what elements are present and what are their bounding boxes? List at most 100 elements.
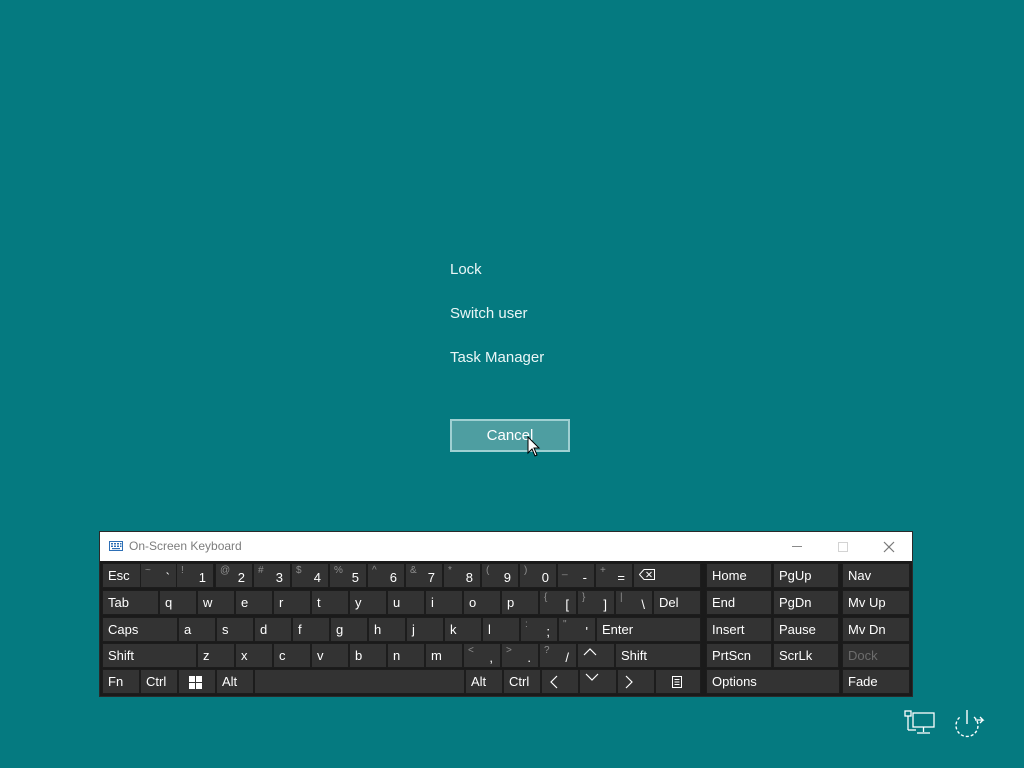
key-shift-right[interactable]: Shift [615, 643, 701, 668]
key-prtscn[interactable]: PrtScn [706, 643, 772, 668]
minimize-icon [792, 546, 802, 547]
key-b[interactable]: b [349, 643, 387, 668]
power-icon[interactable] [950, 708, 986, 738]
key-pgdn[interactable]: PgDn [773, 590, 839, 615]
key-enter[interactable]: Enter [596, 617, 701, 642]
key-7[interactable]: & 7 [405, 563, 443, 588]
arrow-left-icon [550, 675, 558, 689]
key-backslash[interactable]: | \ [615, 590, 653, 615]
key-8[interactable]: * 8 [443, 563, 481, 588]
key-alt-right[interactable]: Alt [465, 669, 503, 694]
key-e[interactable]: e [235, 590, 273, 615]
arrow-down-icon [585, 673, 599, 681]
key-pgup[interactable]: PgUp [773, 563, 839, 588]
key-n[interactable]: n [387, 643, 425, 668]
key-0[interactable]: ) 0 [519, 563, 557, 588]
key-comma[interactable]: <, [463, 643, 501, 668]
key-alt-left[interactable]: Alt [216, 669, 254, 694]
maximize-button[interactable] [820, 532, 866, 561]
key-q[interactable]: q [159, 590, 197, 615]
key-nav[interactable]: Nav [842, 563, 910, 588]
key-f[interactable]: f [292, 617, 330, 642]
key-arrow-up[interactable] [577, 643, 615, 668]
key-ctrl-left[interactable]: Ctrl [140, 669, 178, 694]
key-5[interactable]: % 5 [329, 563, 367, 588]
key-arrow-down[interactable] [579, 669, 617, 694]
arrow-right-icon [625, 675, 633, 689]
lock-option[interactable]: Lock [450, 261, 482, 278]
key-quote[interactable]: " ' [558, 617, 596, 642]
key-y[interactable]: y [349, 590, 387, 615]
minimize-button[interactable] [774, 532, 820, 561]
maximize-icon [838, 542, 848, 552]
key-arrow-right[interactable] [617, 669, 655, 694]
key-6[interactable]: ^ 6 [367, 563, 405, 588]
osk-titlebar[interactable]: On-Screen Keyboard [100, 532, 912, 561]
key-del[interactable]: Del [653, 590, 701, 615]
close-button[interactable] [866, 532, 912, 561]
task-manager-option[interactable]: Task Manager [450, 349, 544, 366]
key-insert[interactable]: Insert [706, 617, 772, 642]
osk-title: On-Screen Keyboard [129, 539, 242, 553]
key-a[interactable]: a [178, 617, 216, 642]
key-right-bracket[interactable]: }] [577, 590, 615, 615]
key-space[interactable] [254, 669, 465, 694]
key-g[interactable]: g [330, 617, 368, 642]
key-mv-dn[interactable]: Mv Dn [842, 617, 910, 642]
key-x[interactable]: x [235, 643, 273, 668]
key-home[interactable]: Home [706, 563, 772, 588]
key-s[interactable]: s [216, 617, 254, 642]
key-fade[interactable]: Fade [842, 669, 910, 694]
key-shift-left[interactable]: Shift [102, 643, 197, 668]
key-scrlk[interactable]: ScrLk [773, 643, 839, 668]
key-4[interactable]: $4 [291, 563, 329, 588]
key-i[interactable]: i [425, 590, 463, 615]
key-semicolon[interactable]: :; [520, 617, 558, 642]
network-icon[interactable] [904, 710, 936, 736]
context-menu-icon [672, 676, 682, 688]
cancel-button[interactable]: Cancel [450, 419, 570, 452]
key-arrow-left[interactable] [541, 669, 579, 694]
key-h[interactable]: h [368, 617, 406, 642]
key-p[interactable]: p [501, 590, 539, 615]
key-k[interactable]: k [444, 617, 482, 642]
key-r[interactable]: r [273, 590, 311, 615]
key-j[interactable]: j [406, 617, 444, 642]
key-fn[interactable]: Fn [102, 669, 140, 694]
key-esc[interactable]: Esc [102, 563, 142, 588]
key-w[interactable]: w [197, 590, 235, 615]
key-context-menu[interactable] [655, 669, 701, 694]
key-t[interactable]: t [311, 590, 349, 615]
key-z[interactable]: z [197, 643, 235, 668]
key-tab[interactable]: Tab [102, 590, 159, 615]
key-3[interactable]: #3 [253, 563, 291, 588]
key-m[interactable]: m [425, 643, 463, 668]
switch-user-option[interactable]: Switch user [450, 305, 528, 322]
key-options[interactable]: Options [706, 669, 840, 694]
key-left-bracket[interactable]: {[ [539, 590, 577, 615]
on-screen-keyboard: On-Screen Keyboard Esc ~ ` ! 1 @2 #3 $4 % 5… [100, 532, 912, 696]
backspace-icon [639, 569, 655, 580]
key-u[interactable]: u [387, 590, 425, 615]
key-period[interactable]: >. [501, 643, 539, 668]
key-windows[interactable] [178, 669, 216, 694]
key-l[interactable]: l [482, 617, 520, 642]
key-9[interactable]: (9 [481, 563, 519, 588]
key-ctrl-right[interactable]: Ctrl [503, 669, 541, 694]
close-icon [883, 541, 895, 553]
key-o[interactable]: o [463, 590, 501, 615]
key-slash[interactable]: ? / [539, 643, 577, 668]
key-mv-up[interactable]: Mv Up [842, 590, 910, 615]
key-d[interactable]: d [254, 617, 292, 642]
key-pause[interactable]: Pause [773, 617, 839, 642]
key-equals[interactable]: + = [595, 563, 633, 588]
key-backspace[interactable] [633, 563, 701, 588]
key-1[interactable]: ! 1 [176, 563, 214, 588]
key-v[interactable]: v [311, 643, 349, 668]
key-backtick[interactable]: ~ ` [140, 563, 178, 588]
key-minus[interactable]: _ - [557, 563, 595, 588]
key-2[interactable]: @2 [215, 563, 253, 588]
key-caps[interactable]: Caps [102, 617, 178, 642]
key-end[interactable]: End [706, 590, 772, 615]
key-c[interactable]: c [273, 643, 311, 668]
